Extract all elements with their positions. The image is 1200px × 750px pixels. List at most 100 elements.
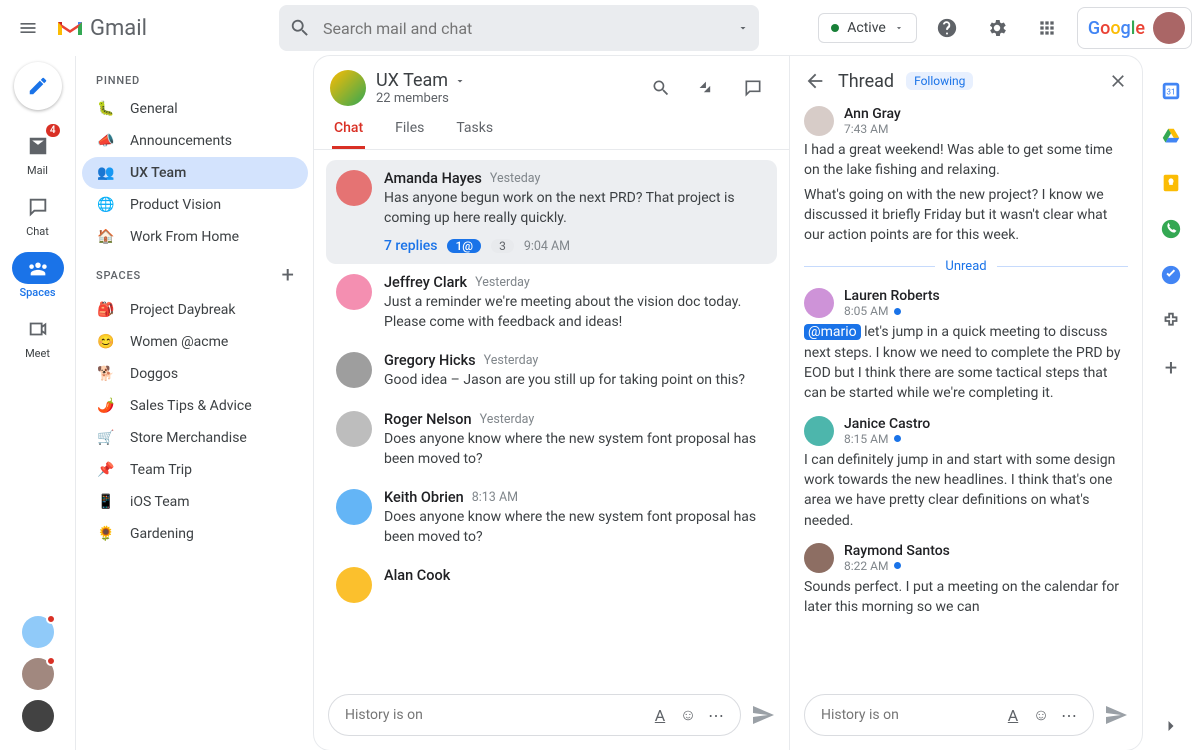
drive-app-icon[interactable]	[1160, 126, 1182, 148]
add-space-button[interactable]: +	[282, 263, 294, 288]
message[interactable]: Jeffrey ClarkYesterday Just a reminder w…	[326, 264, 777, 342]
message-composer[interactable]: A ☺ ⋯	[328, 694, 741, 736]
sidebar-item-women-acme[interactable]: 😊Women @acme	[82, 326, 308, 358]
space-icon: 🌻	[96, 524, 116, 544]
rail-chat-label: Chat	[26, 225, 49, 238]
gmail-logo-icon	[56, 18, 84, 38]
unread-dot-icon	[894, 435, 901, 442]
rail-spaces[interactable]: Spaces	[10, 246, 66, 305]
sidebar-item-label: Project Daybreak	[130, 302, 236, 318]
apps-grid-button[interactable]	[1027, 8, 1067, 48]
collapse-button[interactable]	[687, 68, 727, 108]
sidebar-item-store-merchandise[interactable]: 🛒Store Merchandise	[82, 422, 308, 454]
emoji-icon[interactable]: ☺	[1027, 701, 1055, 729]
tab-chat[interactable]: Chat	[332, 110, 365, 149]
space-icon: 🐕	[96, 364, 116, 384]
help-button[interactable]	[927, 8, 967, 48]
thread-send-button[interactable]	[1104, 703, 1128, 727]
status-menu[interactable]: Active	[818, 13, 917, 43]
message[interactable]: Amanda Hayes Yesteday Has anyone begun wo…	[326, 160, 777, 264]
sidebar-item-doggos[interactable]: 🐕Doggos	[82, 358, 308, 390]
message-avatar	[336, 170, 372, 206]
following-badge[interactable]: Following	[906, 72, 973, 90]
call-app-icon[interactable]	[1160, 218, 1182, 240]
settings-button[interactable]	[977, 8, 1017, 48]
message-text: Has anyone begun work on the next PRD? T…	[384, 189, 767, 228]
message[interactable]: Keith Obrien8:13 AM Does anyone know whe…	[326, 479, 777, 557]
unread-label: Unread	[945, 259, 986, 274]
emoji-icon[interactable]: ☺	[674, 701, 702, 729]
message[interactable]: Gregory HicksYesterday Good idea – Jason…	[326, 342, 777, 401]
tasks-app-icon[interactable]	[1160, 264, 1182, 286]
sidebar-item-sales-tips-advice[interactable]: 🌶️Sales Tips & Advice	[82, 390, 308, 422]
sidebar-item-project-daybreak[interactable]: 🎒 Project Daybreak	[82, 294, 308, 326]
tab-tasks[interactable]: Tasks	[454, 110, 495, 149]
sidebar-item-label: iOS Team	[130, 494, 190, 510]
close-thread-button[interactable]	[1108, 71, 1128, 91]
chat-head-2[interactable]	[22, 658, 54, 690]
rail-meet[interactable]: Meet	[10, 307, 66, 366]
caret-down-icon[interactable]	[454, 75, 466, 87]
rail-chat[interactable]: Chat	[10, 185, 66, 244]
message-avatar	[336, 567, 372, 603]
unread-dot-icon	[894, 308, 901, 315]
collapse-apps-button[interactable]	[1161, 716, 1181, 736]
space-search-button[interactable]	[641, 68, 681, 108]
space-icon: 📌	[96, 460, 116, 480]
account-switcher[interactable]: Google	[1077, 7, 1192, 49]
unread-divider: Unread	[804, 259, 1128, 274]
thread-message: Raymond Santos8:22 AM Sounds perfect. I …	[804, 543, 1128, 618]
calendar-app-icon[interactable]: 31	[1160, 80, 1182, 102]
add-app-button[interactable]: +	[1160, 356, 1182, 378]
sidebar-item-gardening[interactable]: 🌻Gardening	[82, 518, 308, 550]
meet-icon	[22, 313, 54, 345]
thread-message: Lauren Roberts8:05 AM @mario let's jump …	[804, 288, 1128, 403]
message[interactable]: Roger NelsonYesterday Does anyone know w…	[326, 401, 777, 479]
mention-chip[interactable]: @mario	[804, 324, 861, 340]
addons-app-icon[interactable]	[1160, 310, 1182, 332]
format-icon[interactable]: A	[646, 701, 674, 729]
sidebar-item-announcements[interactable]: 📣Announcements	[82, 125, 308, 157]
keep-app-icon[interactable]	[1160, 172, 1182, 194]
thread-composer-input[interactable]	[821, 707, 999, 723]
message-author: Amanda Hayes	[384, 170, 482, 187]
caret-down-icon[interactable]	[737, 22, 749, 34]
chat-head-1[interactable]	[22, 616, 54, 648]
logo-area: Gmail	[56, 16, 271, 41]
message[interactable]: Alan Cook	[326, 557, 777, 613]
sidebar-item-ios-team[interactable]: 📱iOS Team	[82, 486, 308, 518]
space-icon: 🐛	[96, 99, 116, 119]
chat-head-3[interactable]	[22, 700, 54, 732]
send-button[interactable]	[751, 703, 775, 727]
replies-link[interactable]: 7 replies	[384, 238, 437, 254]
thread-message: Ann Gray7:43 AM I had a great weekend! W…	[804, 106, 1128, 245]
sidebar-item-work-from-home[interactable]: 🏠Work From Home	[82, 221, 308, 253]
more-icon[interactable]: ⋯	[1055, 701, 1083, 729]
thread-back-button[interactable]	[804, 70, 826, 92]
message-time: Yesterday	[475, 275, 530, 290]
sidebar-item-product-vision[interactable]: 🌐Product Vision	[82, 189, 308, 221]
tab-files[interactable]: Files	[393, 110, 426, 149]
hamburger-menu[interactable]	[8, 8, 48, 48]
search-box[interactable]	[279, 5, 759, 51]
thread-composer[interactable]: A ☺ ⋯	[804, 694, 1094, 736]
space-icon: 🎒	[96, 300, 116, 320]
sidebar-item-ux-team[interactable]: 👥UX Team	[82, 157, 308, 189]
sidebar-item-team-trip[interactable]: 📌Team Trip	[82, 454, 308, 486]
thread-avatar	[804, 416, 834, 446]
message-text: Does anyone know where the new system fo…	[384, 430, 767, 469]
compose-button[interactable]	[14, 62, 62, 110]
message-author: Keith Obrien	[384, 489, 464, 506]
space-avatar	[330, 70, 366, 106]
thread-text: What's going on with the new project? I …	[804, 185, 1128, 246]
open-thread-button[interactable]	[733, 68, 773, 108]
more-icon[interactable]: ⋯	[702, 701, 730, 729]
rail-mail[interactable]: 4 Mail	[10, 124, 66, 183]
search-input[interactable]	[323, 19, 725, 38]
composer-input[interactable]	[345, 707, 646, 723]
thread-text: I had a great weekend! Was able to get s…	[804, 140, 1128, 181]
message-avatar	[336, 274, 372, 310]
format-icon[interactable]: A	[999, 701, 1027, 729]
message-time: Yesteday	[490, 171, 541, 186]
sidebar-item-general[interactable]: 🐛General	[82, 93, 308, 125]
